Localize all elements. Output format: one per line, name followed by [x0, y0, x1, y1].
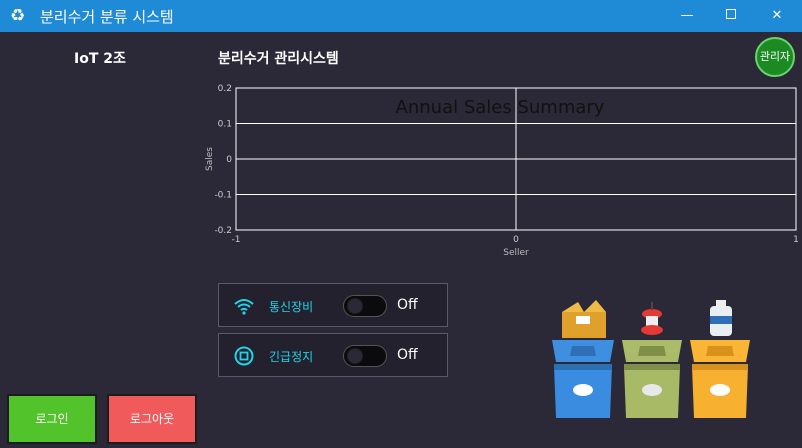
plastic-bottle-icon	[710, 300, 732, 336]
y-axis-label: Sales	[205, 147, 215, 171]
close-button[interactable]: ✕	[754, 0, 800, 32]
minimize-button[interactable]: —	[664, 0, 710, 32]
y-tick-label: 0.1	[218, 120, 232, 130]
y-tick-label: 0	[226, 155, 232, 165]
admin-button[interactable]: 관리자	[755, 37, 795, 77]
toggle-knob	[347, 348, 363, 364]
recycle-bins-illustration	[552, 300, 750, 418]
y-tick-label: -0.1	[214, 191, 232, 201]
x-axis-label: Seller	[503, 248, 529, 258]
title-bar: ♻ 분리수거 분류 시스템 — ✕	[0, 0, 802, 32]
paper-box-icon	[562, 300, 606, 338]
emergency-stop-label: 긴급정지	[269, 350, 314, 364]
chart-title: Annual Sales Summary	[396, 97, 605, 118]
emergency-stop-toggle[interactable]	[343, 345, 387, 367]
maximize-button[interactable]	[708, 0, 754, 32]
system-title: 분리수거 관리시스템	[218, 51, 339, 67]
close-icon: ✕	[771, 8, 783, 23]
minimize-icon: —	[680, 8, 694, 23]
toggle-knob	[347, 298, 363, 314]
sales-chart: 0.2 0.1 0 -0.1 -0.2 -1 0 1 Annual Sales Summar…	[205, 84, 799, 258]
login-button[interactable]: 로그인	[7, 394, 97, 444]
y-tick-label: 0.2	[218, 84, 232, 94]
x-tick-label: 0	[513, 235, 519, 245]
window-title: 분리수거 분류 시스템	[40, 8, 174, 26]
green-bin	[622, 340, 682, 418]
stop-icon	[234, 346, 254, 366]
wifi-icon	[234, 299, 254, 315]
team-label: IoT 2조	[74, 51, 126, 67]
maximize-icon	[726, 9, 736, 19]
yellow-bin	[690, 340, 750, 418]
apple-core-icon	[641, 302, 663, 335]
comm-device-control: 통신장비 Off	[218, 283, 448, 327]
logout-button[interactable]: 로그아웃	[107, 394, 197, 444]
x-tick-label: 1	[793, 235, 799, 245]
blue-bin	[552, 340, 614, 418]
recycle-icon: ♻	[10, 6, 26, 26]
comm-device-toggle[interactable]	[343, 295, 387, 317]
emergency-stop-state: Off	[397, 347, 418, 363]
comm-device-label: 통신장비	[269, 300, 314, 314]
x-tick-label: -1	[232, 235, 241, 245]
y-tick-label: -0.2	[214, 226, 232, 236]
emergency-stop-control: 긴급정지 Off	[218, 333, 448, 377]
comm-device-state: Off	[397, 297, 418, 313]
